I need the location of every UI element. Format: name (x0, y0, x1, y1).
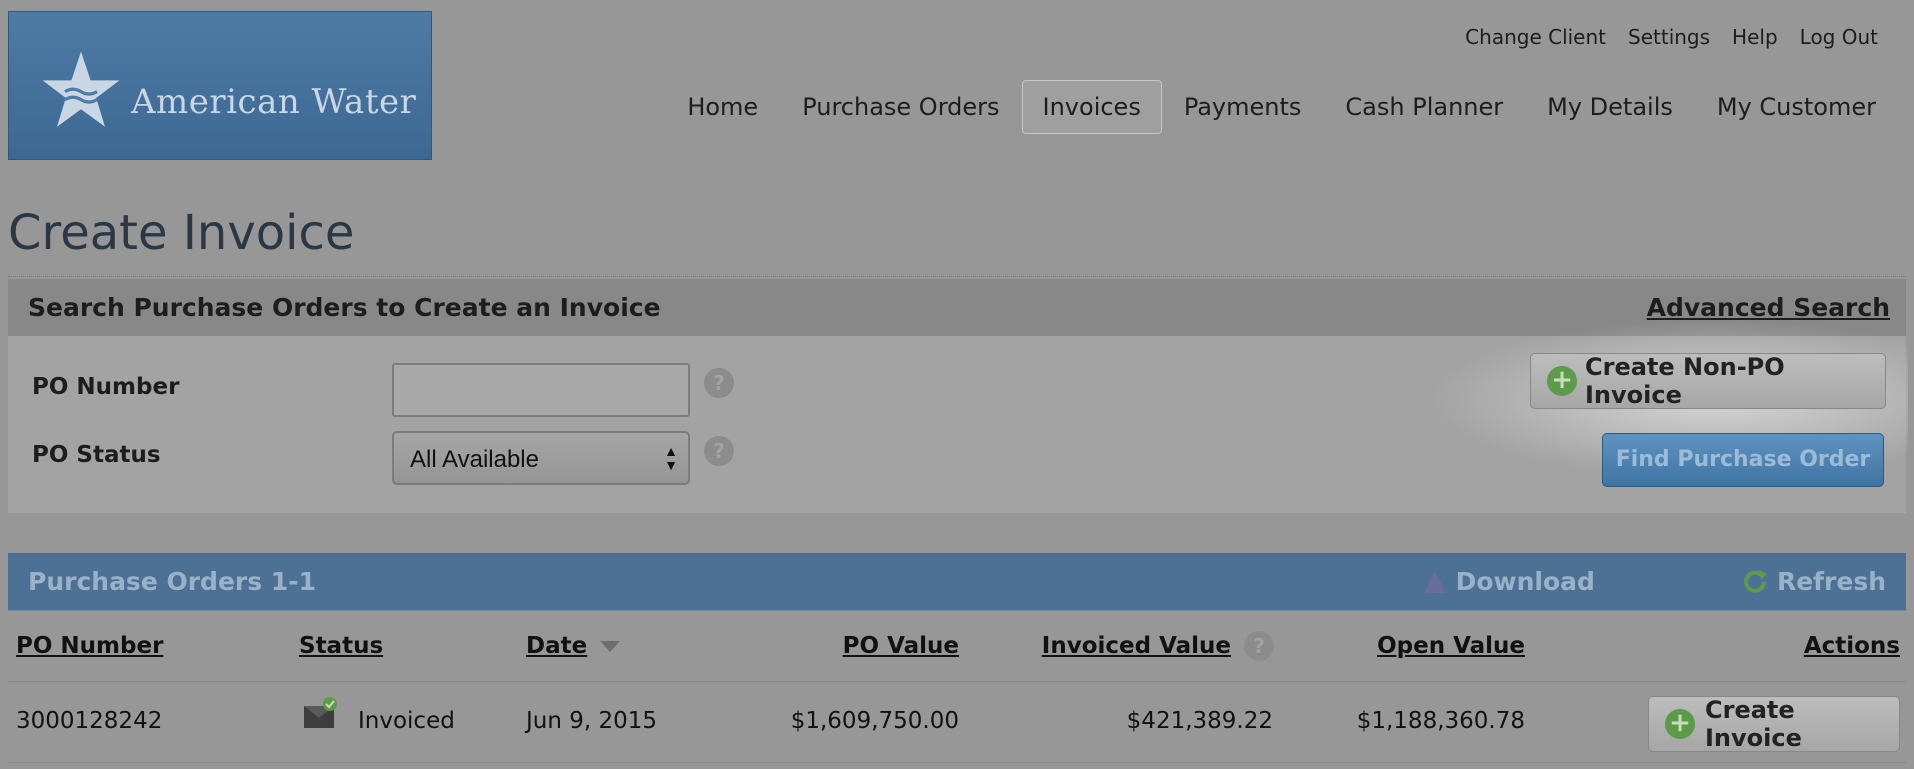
purchase-orders-count: Purchase Orders 1-1 (28, 567, 316, 596)
plus-circle-icon: + (1665, 709, 1695, 739)
download-icon (1423, 570, 1446, 593)
col-invoiced-value[interactable]: Invoiced Value (1042, 633, 1231, 659)
po-status-help-icon[interactable]: ? (704, 436, 734, 466)
purchase-orders-header: Purchase Orders 1-1 Download Refresh (8, 553, 1906, 611)
col-date-label: Date (526, 633, 588, 659)
col-actions: Actions (1803, 633, 1900, 659)
select-arrows-icon: ▲ ▼ (664, 443, 678, 473)
nav-my-customer[interactable]: My Customer (1695, 81, 1898, 133)
search-header-title: Search Purchase Orders to Create an Invo… (28, 293, 661, 322)
row-open-value: $1,188,360.78 (1356, 708, 1525, 734)
nav-purchase-orders[interactable]: Purchase Orders (780, 81, 1021, 133)
create-invoice-label: Create Invoice (1705, 696, 1802, 752)
refresh-button[interactable]: Refresh (1741, 567, 1886, 596)
nav-invoices[interactable]: Invoices (1021, 80, 1162, 134)
american-water-logo[interactable]: American Water (8, 11, 432, 160)
col-open-value[interactable]: Open Value (1377, 633, 1525, 659)
settings-link[interactable]: Settings (1628, 25, 1710, 49)
row-status: Invoiced (358, 708, 455, 734)
col-po-value[interactable]: PO Value (843, 633, 959, 659)
create-non-po-invoice-label: Create Non-PO Invoice (1585, 353, 1785, 409)
log-out-link[interactable]: Log Out (1800, 25, 1878, 49)
utility-links: Change Client Settings Help Log Out (1465, 25, 1878, 49)
col-po-number[interactable]: PO Number (16, 633, 163, 659)
invoiced-value-help-icon[interactable]: ? (1244, 631, 1274, 661)
row-po-value: $1,609,750.00 (790, 708, 959, 734)
change-client-link[interactable]: Change Client (1465, 25, 1606, 49)
po-number-input[interactable] (392, 363, 690, 417)
help-link[interactable]: Help (1732, 25, 1778, 49)
po-number-label: PO Number (32, 374, 180, 400)
refresh-icon (1744, 569, 1767, 593)
refresh-label: Refresh (1776, 567, 1886, 596)
sort-desc-icon (600, 641, 620, 652)
col-date[interactable]: Date (526, 633, 587, 659)
find-purchase-order-button[interactable]: Find Purchase Order (1602, 433, 1884, 487)
nav-my-details[interactable]: My Details (1525, 81, 1695, 133)
plus-circle-icon: + (1547, 366, 1577, 396)
download-button[interactable]: Download (1422, 567, 1595, 596)
create-non-po-invoice-button[interactable]: + Create Non-PO Invoice (1530, 353, 1886, 409)
row-divider (8, 762, 1906, 763)
col-status[interactable]: Status (299, 633, 383, 659)
advanced-search-link[interactable]: Advanced Search (1647, 293, 1890, 322)
header-divider (8, 681, 1906, 682)
brand-name: American Water (131, 82, 417, 122)
nav-cash-planner[interactable]: Cash Planner (1323, 81, 1525, 133)
search-panel: Search Purchase Orders to Create an Invo… (8, 279, 1908, 513)
row-date: Jun 9, 2015 (526, 708, 658, 734)
row-po-number: 3000128242 (16, 708, 163, 734)
po-number-help-icon[interactable]: ? (704, 368, 734, 398)
download-label: Download (1455, 567, 1595, 596)
nav-home[interactable]: Home (665, 81, 780, 133)
star-logo-icon (42, 51, 120, 127)
page-title: Create Invoice (8, 205, 355, 261)
po-status-label: PO Status (32, 442, 161, 468)
title-divider (8, 276, 1906, 277)
po-status-value: All Available (410, 446, 539, 473)
row-invoiced-value: $421,389.22 (1126, 708, 1273, 734)
invoiced-status-icon (304, 697, 337, 728)
nav-payments[interactable]: Payments (1162, 81, 1324, 133)
create-invoice-button[interactable]: + Create Invoice (1648, 696, 1900, 752)
po-status-select[interactable]: All Available ▲ ▼ (392, 431, 690, 485)
main-nav: Home Purchase Orders Invoices Payments C… (665, 80, 1898, 134)
